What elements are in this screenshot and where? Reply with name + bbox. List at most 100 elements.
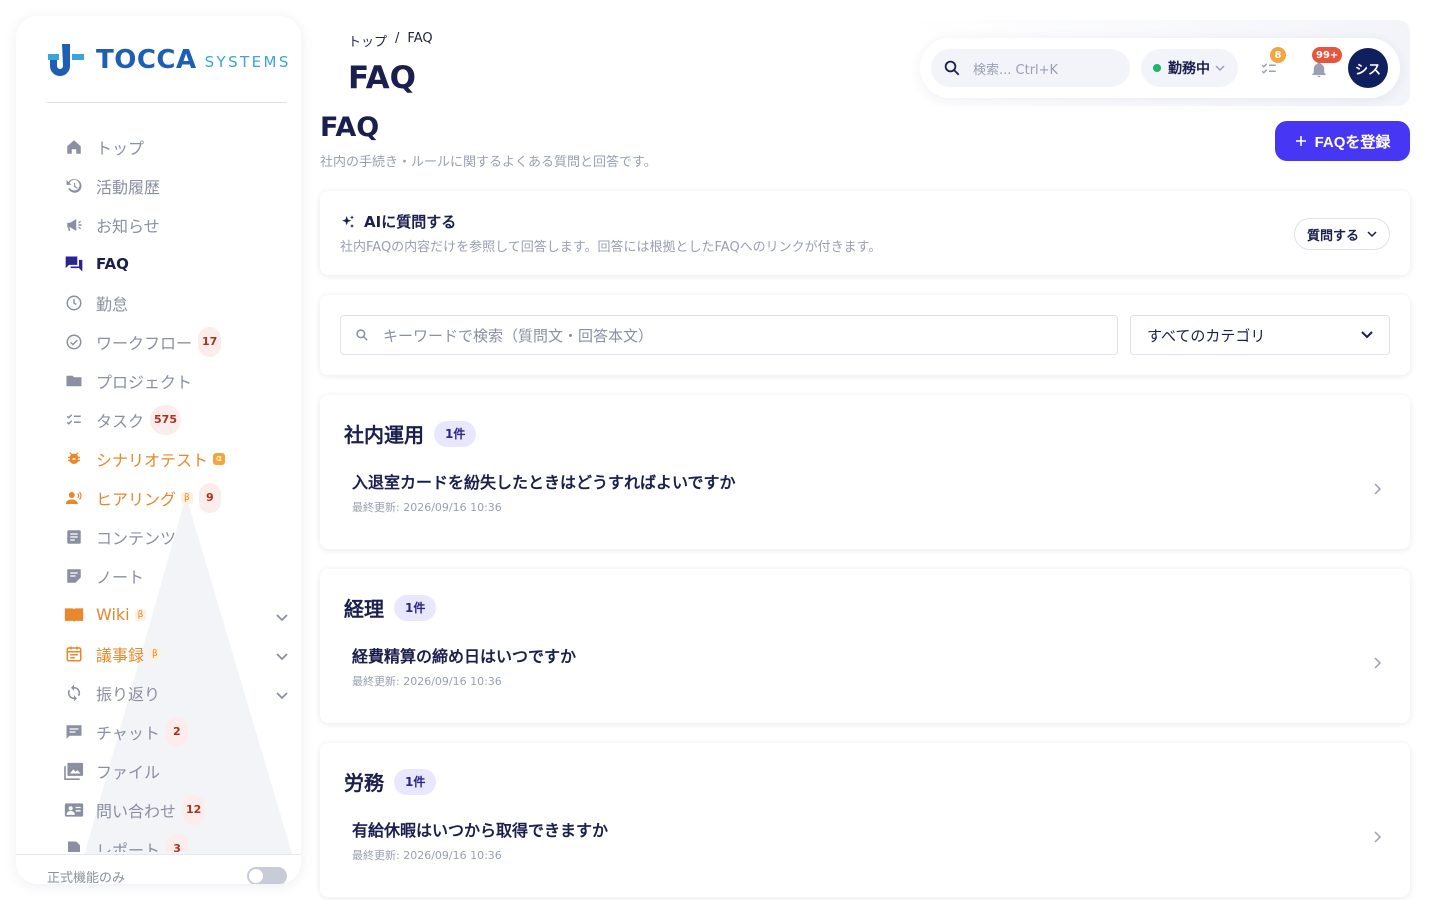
chevron-right-icon [1374, 483, 1382, 495]
sidebar-item-label: お知らせ [96, 216, 160, 236]
report-icon [64, 839, 84, 852]
home-icon [64, 137, 84, 157]
sidebar-item-label: 問い合わせ [96, 801, 177, 821]
add-faq-button-label: FAQを登録 [1314, 133, 1391, 151]
sparkle-icon [342, 214, 354, 228]
photo-library-icon [64, 761, 84, 781]
category-select-value: すべてのカテゴリ [1147, 326, 1266, 345]
global-search-input[interactable]: 検索... Ctrl+K [931, 49, 1130, 87]
tasks-button[interactable]: 8 [1258, 47, 1286, 80]
section-header: 社内運用 1件 [344, 419, 477, 448]
faq-category-section: 社内運用 1件 入退室カードを紛失したときはどうすればよいですか 最終更新: 2… [320, 395, 1410, 549]
category-select[interactable]: すべてのカテゴリ [1130, 315, 1390, 355]
sidebar-item-label: 勤怠 [96, 294, 129, 314]
faq-category-section: 経理 1件 経費精算の締め日はいつですか 最終更新: 2026/09/16 10… [320, 569, 1410, 723]
sidebar-divider [47, 102, 287, 103]
bug-icon [64, 449, 84, 469]
sidebar-item-contents[interactable]: コンテンツ [64, 517, 292, 556]
beta-tag: β [181, 491, 193, 504]
sidebar-item-report[interactable]: レポート 3 [64, 829, 292, 852]
sidebar: TOCCA SYSTEMS トップ 活動履歴 お知らせ FAQ 勤怠 ワークフロ… [16, 16, 301, 884]
notifications-badge: 99+ [1312, 47, 1343, 63]
sidebar-item-task[interactable]: タスク 575 [64, 400, 292, 439]
contact-card-icon [64, 800, 84, 820]
sidebar-item-label: 活動履歴 [96, 177, 161, 197]
avatar[interactable]: シス [1348, 48, 1388, 88]
sidebar-item-retrospective[interactable]: 振り返り [64, 673, 292, 712]
sidebar-item-label: プロジェクト [96, 372, 193, 392]
work-status-dropdown[interactable]: 勤務中 [1141, 49, 1238, 87]
forum-icon [64, 254, 84, 274]
keyword-search-input[interactable]: キーワードで検索（質問文・回答本文） [340, 315, 1118, 355]
add-faq-button[interactable]: FAQを登録 [1275, 121, 1410, 161]
count-badge: 17 [198, 326, 222, 357]
breadcrumb-top-link[interactable]: トップ [348, 31, 387, 50]
sidebar-item-label: ヒアリング [96, 489, 177, 509]
notifications-button[interactable]: 99+ [1308, 47, 1343, 80]
faq-list-item[interactable]: 経費精算の締め日はいつですか 最終更新: 2026/09/16 10:36 [352, 643, 1382, 691]
section-count-badge: 1件 [394, 768, 437, 795]
sidebar-item-scenario-test[interactable]: シナリオテスト α [64, 439, 292, 478]
faq-updated-at: 最終更新: 2026/09/16 10:36 [352, 675, 502, 688]
faq-question: 有給休暇はいつから取得できますか [352, 821, 609, 840]
sidebar-item-attendance[interactable]: 勤怠 [64, 283, 292, 322]
official-only-toggle[interactable] [247, 867, 287, 884]
faq-question: 経費精算の締め日はいつですか [352, 647, 577, 666]
ask-question-label: 質問する [1306, 227, 1359, 243]
chevron-down-icon[interactable] [276, 685, 288, 704]
sidebar-item-inquiry[interactable]: 問い合わせ 12 [64, 790, 292, 829]
faq-list-item[interactable]: 入退室カードを紛失したときはどうすればよいですか 最終更新: 2026/09/1… [352, 469, 1382, 517]
logo[interactable]: TOCCA SYSTEMS [48, 42, 291, 78]
section-count-badge: 1件 [434, 420, 477, 447]
sidebar-item-chat[interactable]: チャット 2 [64, 712, 292, 751]
beta-tag: β [134, 608, 147, 621]
ai-ask-card: AIに質問する 社内FAQの内容だけを参照して回答します。回答には根拠としたFA… [320, 191, 1410, 275]
interview-icon [64, 488, 84, 508]
sidebar-item-top[interactable]: トップ [64, 127, 292, 166]
page-description: 社内の手続き・ルールに関するよくある質問と回答です。 [320, 155, 657, 170]
chevron-down-icon [1215, 64, 1225, 71]
sidebar-item-workflow[interactable]: ワークフロー 17 [64, 322, 292, 361]
count-badge: 575 [150, 404, 181, 435]
calendar-icon [64, 644, 84, 664]
sidebar-item-faq[interactable]: FAQ [64, 244, 292, 283]
page-title: FAQ [320, 112, 380, 143]
faq-question: 入退室カードを紛失したときはどうすればよいですか [352, 473, 736, 492]
sidebar-item-wiki[interactable]: Wiki β [64, 595, 292, 634]
filter-card: キーワードで検索（質問文・回答本文） すべてのカテゴリ [320, 295, 1410, 375]
header-title: FAQ [348, 60, 416, 96]
search-icon [356, 329, 368, 341]
logo-subtitle: SYSTEMS [204, 53, 291, 71]
section-header: 労務 1件 [344, 767, 437, 796]
chevron-down-icon [1361, 331, 1373, 339]
sidebar-item-activity[interactable]: 活動履歴 [64, 166, 292, 205]
sidebar-nav: トップ 活動履歴 お知らせ FAQ 勤怠 ワークフロー 17 プロジェクト タス… [64, 127, 292, 852]
search-icon [944, 60, 960, 76]
article-icon [64, 527, 84, 547]
sidebar-item-label: シナリオテスト [96, 450, 209, 470]
section-name: 労務 [344, 771, 384, 795]
chevron-down-icon[interactable] [276, 646, 288, 665]
sidebar-item-label: Wiki [96, 605, 130, 624]
sidebar-item-label: 議事録 [96, 645, 145, 665]
sidebar-item-note[interactable]: ノート [64, 556, 292, 595]
sidebar-item-project[interactable]: プロジェクト [64, 361, 292, 400]
sidebar-item-label: ノート [96, 567, 145, 587]
book-icon [64, 605, 84, 625]
sidebar-item-label: トップ [96, 138, 145, 158]
ask-question-button[interactable]: 質問する [1293, 218, 1390, 250]
section-header: 経理 1件 [344, 593, 437, 622]
section-name: 経理 [344, 597, 384, 621]
sidebar-item-minutes[interactable]: 議事録 β [64, 634, 292, 673]
chevron-right-icon [1374, 831, 1382, 843]
count-badge: 12 [182, 794, 206, 825]
chevron-down-icon[interactable] [276, 607, 288, 626]
sidebar-item-files[interactable]: ファイル [64, 751, 292, 790]
plus-icon [1295, 136, 1306, 146]
breadcrumb: トップ / FAQ [348, 31, 433, 50]
ai-card-title-text: AIに質問する [364, 213, 457, 231]
sidebar-item-hearing[interactable]: ヒアリング β 9 [64, 478, 292, 517]
sidebar-item-news[interactable]: お知らせ [64, 205, 292, 244]
alpha-tag: α [213, 452, 225, 465]
faq-list-item[interactable]: 有給休暇はいつから取得できますか 最終更新: 2026/09/16 10:36 [352, 817, 1382, 865]
